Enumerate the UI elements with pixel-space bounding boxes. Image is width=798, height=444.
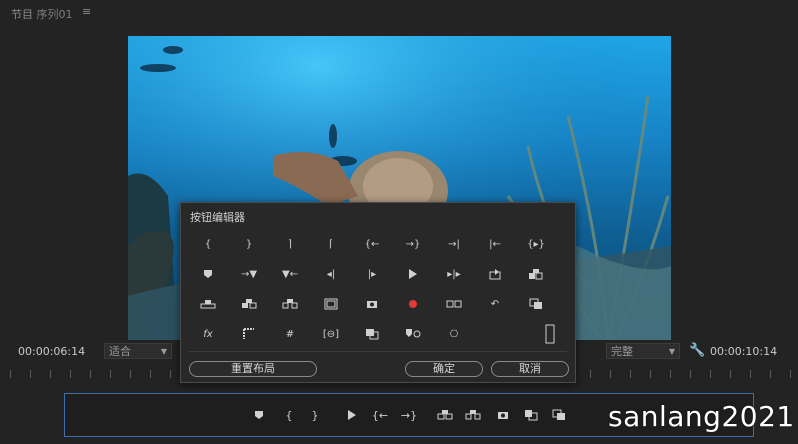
step-forward-icon[interactable]: |▸ [358,263,386,285]
empty-slot-icon[interactable] [536,323,564,345]
ruler-tick [70,370,71,378]
quality-select-value: 完整 [611,345,633,358]
fx-icon[interactable]: fx [194,323,222,345]
ruler-tick [730,370,731,378]
mark-out-icon[interactable]: } [235,233,263,255]
global-fx-mute-icon[interactable]: ⎔ [440,323,468,345]
ruler-tick [150,370,151,378]
play-icon[interactable] [399,263,427,285]
go-to-in-icon[interactable]: {← [370,394,390,436]
mark-in-icon[interactable]: { [194,233,222,255]
vr-video-icon[interactable]: [⊖] [317,323,345,345]
go-to-out-icon[interactable]: →} [399,394,419,436]
ruler-tick [50,370,51,378]
multi-camera-icon[interactable] [440,293,468,315]
go-to-prev-marker-icon[interactable]: ▼← [276,263,304,285]
extract-icon[interactable] [463,394,483,436]
play-around-icon[interactable]: ▸|▸ [440,263,468,285]
ruler-tick [710,370,711,378]
guides-icon[interactable]: # [276,323,304,345]
safe-margins-icon[interactable] [317,293,345,315]
go-to-next-edit-icon[interactable]: →| [440,233,468,255]
duration-timecode: 00:00:10:14 [710,345,778,358]
play-icon[interactable] [342,394,362,436]
chevron-down-icon: ▼ [160,347,167,356]
go-to-out-icon[interactable]: →} [399,233,427,255]
wrench-icon[interactable]: 🔧 [689,343,705,358]
export-frame-icon[interactable] [481,263,509,285]
go-to-next-marker-icon[interactable]: →▼ [235,263,263,285]
fit-select[interactable]: 适合 ▼ [104,343,172,359]
mark-out-icon[interactable]: } [305,394,325,436]
overwrite-icon[interactable] [521,394,541,436]
camera-icon[interactable] [358,293,386,315]
camera-icon[interactable] [493,394,513,436]
button-editor-dialog: 按钮编辑器 { } ⌉ ⌈ {← →} →| |← {▸} →▼ ▼← ◂| |… [180,202,576,383]
proxy-toggle-icon[interactable] [399,323,427,345]
ruler-tick [590,370,591,378]
mark-in-icon[interactable]: { [279,394,299,436]
ruler-tick [30,370,31,378]
add-marker-icon[interactable] [194,263,222,285]
quality-select[interactable]: 完整 ▼ [606,343,680,359]
panel-title-sequence: 序列01 [36,8,73,21]
mark-clip-in-icon[interactable]: ⌉ [276,233,304,255]
panel-header: 节目 序列01 ≡ [0,0,798,26]
ruler-tick [110,370,111,378]
ruler-tick [90,370,91,378]
ruler-tick [770,370,771,378]
comparison-icon[interactable] [522,293,550,315]
fit-select-value: 适合 [109,345,131,358]
ruler-tick [10,370,11,378]
go-to-in-icon[interactable]: {← [358,233,386,255]
chevron-down-icon: ▼ [668,347,675,356]
current-timecode[interactable]: 00:00:06:14 [18,345,85,358]
ok-button[interactable]: 确定 [405,361,483,377]
ruler-tick [690,370,691,378]
overwrite-insert-icon[interactable] [522,263,550,285]
lift-icon[interactable] [435,394,455,436]
extract-icon[interactable] [235,293,263,315]
ruler-tick [650,370,651,378]
watermark-text: sanlang2021 [608,400,795,433]
ruler-tick [170,370,171,378]
ruler-tick [750,370,751,378]
ruler-tick [670,370,671,378]
transmit-icon[interactable] [358,323,386,345]
insert-icon[interactable] [276,293,304,315]
reset-layout-button[interactable]: 重置布局 [189,361,317,377]
panel-title[interactable]: 节目 序列01 [11,6,73,22]
mark-clip-out-icon[interactable]: ⌈ [317,233,345,255]
dialog-divider [189,351,567,352]
step-back-icon[interactable]: ◂| [317,263,345,285]
record-icon[interactable] [399,293,427,315]
ruler-tick [630,370,631,378]
ruler-tick [610,370,611,378]
hamburger-icon[interactable]: ≡ [82,5,91,18]
ruler-tick [130,370,131,378]
show-rulers-icon[interactable] [235,323,263,345]
go-to-prev-edit-icon[interactable]: |← [481,233,509,255]
ruler-tick [790,370,791,378]
play-in-to-out-icon[interactable]: {▸} [522,233,550,255]
dialog-title: 按钮编辑器 [190,211,245,224]
lift-icon[interactable] [194,293,222,315]
panel-title-main: 节目 [11,8,33,21]
loop-icon[interactable]: ↶ [481,293,509,315]
cancel-button[interactable]: 取消 [491,361,569,377]
compare-icon[interactable] [549,394,569,436]
add-marker-icon[interactable] [249,394,269,436]
